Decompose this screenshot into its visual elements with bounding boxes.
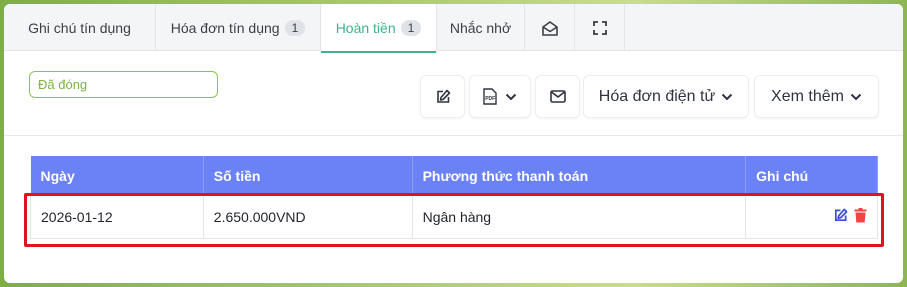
edit-icon[interactable] <box>833 208 848 226</box>
fullscreen-icon <box>588 19 612 37</box>
send-email-button[interactable] <box>535 75 580 118</box>
tab-count-badge: 1 <box>284 19 306 36</box>
trash-icon[interactable] <box>854 207 867 226</box>
divider <box>4 135 903 136</box>
chevron-down-icon <box>721 93 733 101</box>
column-header-date: Ngày <box>30 156 204 196</box>
tab-refunds[interactable]: Hoàn tiền 1 <box>321 4 437 53</box>
table-header-row: Ngày Số tiền Phương thức thanh toán Ghi … <box>30 156 878 196</box>
column-header-note: Ghi chú <box>745 156 878 196</box>
refund-table: Ngày Số tiền Phương thức thanh toán Ghi … <box>30 156 878 239</box>
pdf-dropdown-button[interactable]: PDF <box>469 75 531 118</box>
chevron-down-icon <box>505 93 517 101</box>
cell-date: 2026-01-12 <box>30 196 204 239</box>
table-row: 2026-01-12 2.650.000VND Ngân hàng <box>30 196 878 239</box>
mail-icon <box>549 90 566 103</box>
chevron-down-icon <box>850 93 862 101</box>
svg-text:PDF: PDF <box>485 96 495 102</box>
cell-amount: 2.650.000VND <box>202 196 413 239</box>
tab-bar: Ghi chú tín dụng Hóa đơn tín dụng 1 Hoàn… <box>4 4 903 53</box>
edit-button[interactable] <box>420 75 465 118</box>
more-dropdown-button[interactable]: Xem thêm <box>754 75 879 118</box>
status-badge: Đã đóng <box>29 71 218 98</box>
tab-envelope[interactable] <box>525 4 575 51</box>
refund-panel: Ghi chú tín dụng Hóa đơn tín dụng 1 Hoàn… <box>4 4 903 283</box>
cell-payment-method: Ngân hàng <box>411 196 747 239</box>
tab-label: Hóa đơn tín dụng <box>170 19 280 36</box>
tab-fullscreen[interactable] <box>575 4 625 51</box>
column-header-amount: Số tiền <box>203 156 413 196</box>
tab-credit-invoices[interactable]: Hóa đơn tín dụng 1 <box>156 4 321 51</box>
tab-reminders[interactable]: Nhắc nhở <box>437 4 525 51</box>
einvoice-label: Hóa đơn điện tử <box>598 87 716 105</box>
einvoice-dropdown-button[interactable]: Hóa đơn điện tử <box>583 75 749 118</box>
tab-label: Ghi chú tín dụng <box>28 19 131 36</box>
edit-icon <box>435 89 451 105</box>
column-header-payment-method: Phương thức thanh toán <box>412 156 747 196</box>
tab-count-badge: 1 <box>400 20 422 36</box>
tab-label: Nhắc nhở <box>449 19 512 36</box>
tab-label: Hoàn tiền <box>335 20 396 36</box>
cell-note-actions <box>745 196 878 239</box>
pdf-icon: PDF <box>483 88 497 105</box>
envelope-open-icon <box>538 19 562 37</box>
more-label: Xem thêm <box>771 87 844 105</box>
tab-credit-notes[interactable]: Ghi chú tín dụng <box>4 4 156 51</box>
